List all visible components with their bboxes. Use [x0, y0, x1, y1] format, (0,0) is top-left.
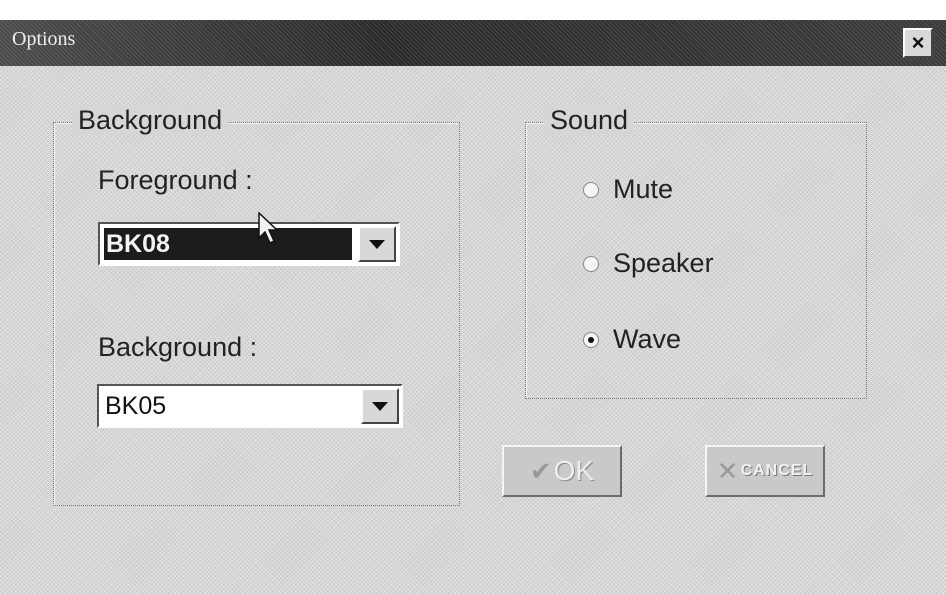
foreground-dropdown-button[interactable]	[358, 226, 396, 262]
cancel-button[interactable]: ✕ CANCEL	[705, 445, 825, 497]
background-value: BK05	[105, 392, 167, 420]
radio-wave-circle[interactable]	[583, 331, 599, 348]
radio-mute[interactable]: Mute	[583, 174, 673, 205]
window-title: Options	[12, 28, 76, 50]
radio-wave[interactable]: Wave	[583, 324, 681, 355]
cancel-button-label: CANCEL	[740, 462, 814, 479]
radio-mute-circle[interactable]	[583, 181, 599, 198]
background-label: Background :	[98, 332, 258, 362]
top-strip	[0, 0, 946, 20]
radio-wave-label: Wave	[613, 324, 682, 354]
options-dialog: Options × Background Foreground : BK08 B…	[0, 20, 946, 595]
foreground-value: BK08	[104, 228, 352, 260]
x-icon: ✕	[716, 455, 739, 486]
background-dropdown-button[interactable]	[361, 388, 399, 424]
radio-mute-label: Mute	[613, 174, 674, 204]
ok-button-label: OK	[553, 455, 595, 486]
chevron-down-icon	[372, 401, 388, 411]
title-bar[interactable]: Options ×	[0, 20, 946, 66]
foreground-label: Foreground :	[98, 165, 253, 195]
background-dropdown[interactable]: BK05	[97, 384, 403, 428]
chevron-down-icon	[369, 239, 385, 249]
ok-button[interactable]: ✔ OK	[502, 445, 622, 497]
close-button[interactable]: ×	[903, 28, 933, 58]
radio-speaker[interactable]: Speaker	[583, 248, 714, 279]
mouse-pointer-icon	[258, 212, 279, 245]
radio-speaker-circle[interactable]	[583, 255, 599, 272]
sound-group-legend: Sound	[544, 105, 635, 136]
background-group-legend: Background	[72, 105, 229, 136]
check-icon: ✔	[529, 455, 552, 486]
radio-speaker-label: Speaker	[613, 248, 714, 278]
close-icon: ×	[911, 30, 925, 55]
foreground-dropdown[interactable]: BK08	[98, 222, 400, 266]
